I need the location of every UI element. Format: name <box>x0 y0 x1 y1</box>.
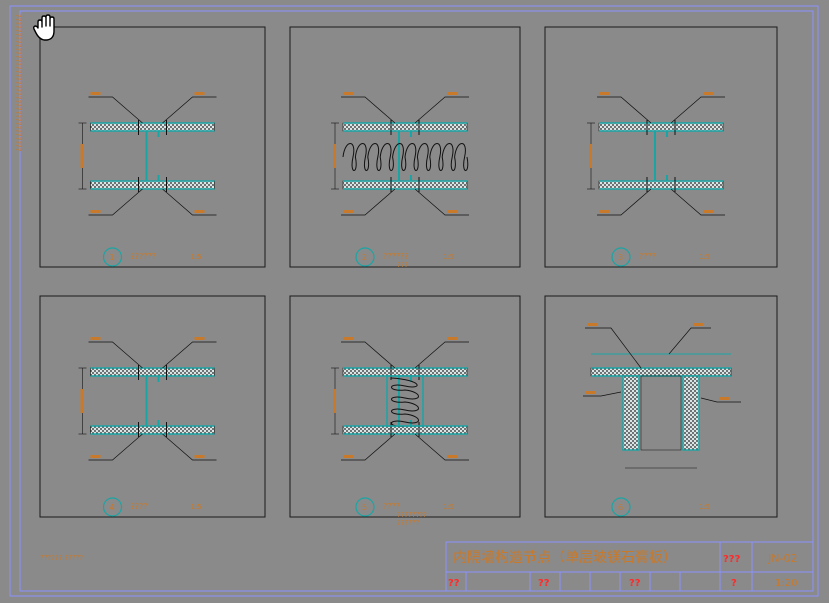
wall-board <box>622 375 640 451</box>
detail-panel-4: 4???? 1:5 <box>39 295 266 518</box>
side-notes: ????????????????????????????????????? <box>14 14 22 152</box>
detail-callout-number: 2 <box>362 253 367 262</box>
gypsum-board <box>342 425 468 435</box>
hand-grab-icon <box>32 14 55 41</box>
detail-sub-label: ???????? <box>397 511 427 519</box>
gypsum-board <box>598 122 724 132</box>
detail-panel-5: 5 ?????????????????? 1:5 <box>289 295 521 527</box>
detail-scale: 1:5 <box>191 503 202 511</box>
title-block-mark-1: ?? <box>448 578 460 589</box>
gypsum-board <box>342 367 468 377</box>
detail-label: ?????? <box>383 252 408 261</box>
title-block-title: 内隔墙构造节点（单层玻镁石膏板） <box>453 549 677 566</box>
gypsum-board <box>342 122 468 132</box>
detail-callout-number: 4 <box>110 503 115 512</box>
insulation <box>390 377 419 427</box>
drawing-canvas[interactable]: ????????????????????????????????????? 1?… <box>0 0 829 603</box>
detail-scale: 1:5 <box>443 253 454 261</box>
detail-panel-3: 3???? 1:5 <box>544 26 778 268</box>
detail-callout-number: 5 <box>362 503 367 512</box>
gypsum-board <box>90 180 215 190</box>
detail-panel-2: 2 ????????? 1:5 <box>289 26 521 269</box>
title-block-mark-2: ?? <box>538 578 550 589</box>
detail-callout-number: 6 <box>618 503 623 512</box>
drawing-number: JN-02 <box>767 552 797 565</box>
gypsum-board <box>342 180 468 190</box>
detail-panel-1: 1?????? 1:5 <box>39 26 266 268</box>
gypsum-board <box>90 425 215 435</box>
title-block-mark-3: ?? <box>629 578 641 589</box>
detail-sub-label: ??? <box>397 261 408 269</box>
detail-label: ???? <box>639 252 656 261</box>
left-note: ??????.????? <box>40 554 83 562</box>
gypsum-board <box>90 122 215 132</box>
detail-scale: 1:5 <box>443 503 454 511</box>
wall-board <box>682 375 700 451</box>
detail-scale: 1:5 <box>191 253 202 261</box>
detail-sub-label-2: ?????? <box>397 519 420 527</box>
title-block: 内隔墙构造节点（单层玻镁石膏板） ??? JN-02 ?? ?? ?? ? 1:… <box>445 541 814 592</box>
detail-panel-6: 6 1:5 <box>544 295 778 518</box>
detail-callout-number: 1 <box>110 253 115 262</box>
drawing-scale: 1:20 <box>775 578 797 589</box>
title-block-mark-4: ? <box>731 578 737 589</box>
gypsum-board <box>590 367 732 377</box>
gypsum-board <box>598 180 724 190</box>
detail-callout-number: 3 <box>618 253 623 262</box>
insulation <box>342 143 469 171</box>
detail-label: ???? <box>383 502 400 511</box>
detail-scale: 1:5 <box>699 503 710 511</box>
detail-label: ?????? <box>131 252 156 261</box>
title-block-design-mark: ??? <box>723 554 741 565</box>
detail-label: ???? <box>131 502 148 511</box>
gypsum-board <box>90 367 215 377</box>
detail-scale: 1:5 <box>699 253 710 261</box>
